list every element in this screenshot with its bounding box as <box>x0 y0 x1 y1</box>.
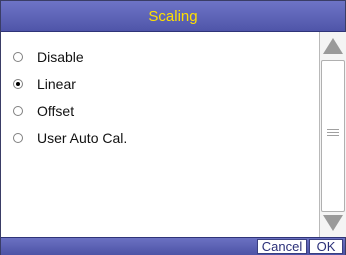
dialog-window: Scaling Disable Linear Offset User Auto … <box>0 0 346 255</box>
vertical-scrollbar[interactable] <box>319 32 346 237</box>
radio-button-selected[interactable] <box>13 79 23 89</box>
radio-button[interactable] <box>13 106 23 116</box>
title-bar: Scaling <box>1 1 345 32</box>
option-linear[interactable]: Linear <box>13 74 76 94</box>
option-label: Linear <box>37 76 76 92</box>
options-list: Disable Linear Offset User Auto Cal. <box>1 32 319 237</box>
scrollbar-grip-icon <box>327 129 339 138</box>
scrollbar-thumb[interactable] <box>321 60 345 212</box>
ok-button[interactable]: OK <box>309 239 343 254</box>
option-label: User Auto Cal. <box>37 130 128 146</box>
option-disable[interactable]: Disable <box>13 47 84 67</box>
option-user-auto-cal[interactable]: User Auto Cal. <box>13 128 127 148</box>
dialog-title: Scaling <box>148 7 198 25</box>
radio-button[interactable] <box>13 133 23 143</box>
button-bar: Cancel OK <box>1 237 345 255</box>
triangle-up-icon[interactable] <box>323 38 343 54</box>
option-label: Disable <box>37 49 84 65</box>
triangle-down-icon[interactable] <box>323 215 343 231</box>
option-offset[interactable]: Offset <box>13 101 74 121</box>
option-label: Offset <box>37 103 75 119</box>
cancel-button[interactable]: Cancel <box>257 239 307 254</box>
radio-button[interactable] <box>13 52 23 62</box>
